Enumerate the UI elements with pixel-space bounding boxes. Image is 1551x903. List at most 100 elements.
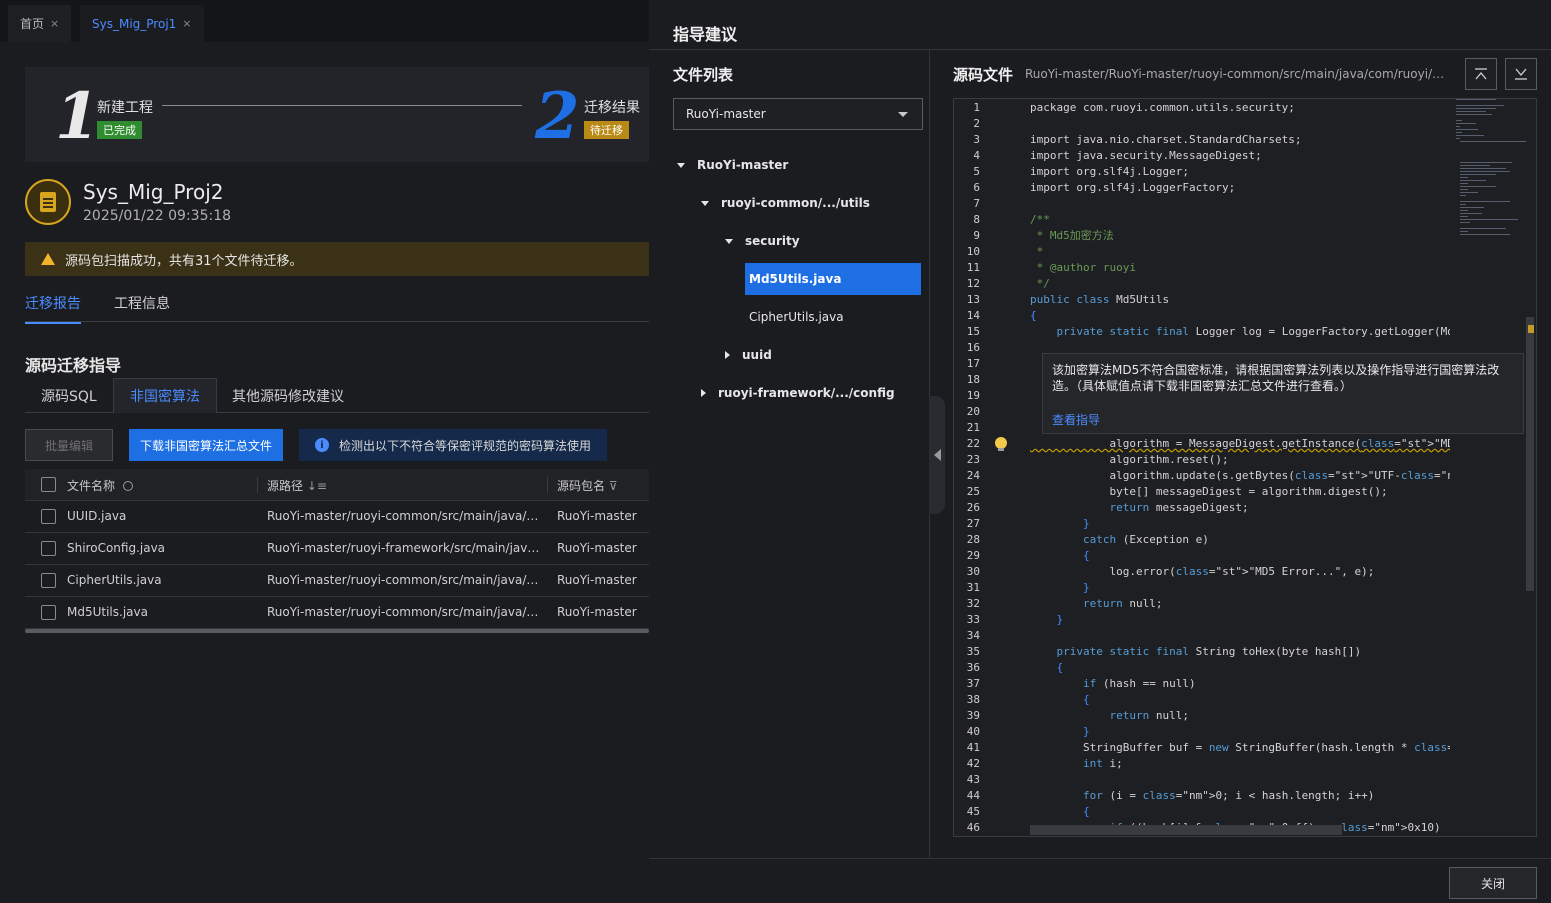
header-label: 源码包名	[557, 479, 606, 493]
table-row[interactable]: Md5Utils.java RuoYi-master/ruoyi-common/s…	[25, 597, 649, 629]
code-line: return null;	[1082, 597, 1163, 610]
view-guide-link[interactable]: 查看指导	[1052, 411, 1100, 428]
caret-right-icon[interactable]	[725, 351, 730, 359]
row-checkbox[interactable]	[41, 541, 56, 556]
minimap-line	[1456, 135, 1484, 136]
editor-scrollbar[interactable]	[1526, 317, 1534, 591]
minimap-line	[1460, 222, 1470, 223]
search-icon[interactable]	[122, 481, 133, 491]
tab-project-info[interactable]: 工程信息	[114, 293, 170, 313]
warning-text: 源码包扫描成功，共有31个文件待迁移。	[65, 253, 303, 269]
minimap-line	[1460, 177, 1468, 178]
minimap-line	[1460, 189, 1468, 190]
tree-node-label: CipherUtils.java	[749, 310, 844, 324]
step-label: 迁移结果	[584, 100, 640, 116]
tree-node[interactable]: ruoyi-common/.../utils	[701, 187, 901, 219]
package-name-cell: RuoYi-master	[557, 541, 637, 555]
code-line: import java.security.MessageDigest;	[1030, 149, 1262, 162]
table-row[interactable]: ShiroConfig.java RuoYi-master/ruoyi-frame…	[25, 533, 649, 565]
table-row[interactable]: UUID.java RuoYi-master/ruoyi-common/src/m…	[25, 501, 649, 533]
line-number: 20	[966, 405, 980, 418]
code-line: for (i = class="nm">0; i < hash.length; …	[1082, 789, 1375, 802]
row-checkbox[interactable]	[41, 573, 56, 588]
tooltip-text: 该加密算法MD5不符合国密标准，请根据国密算法列表以及操作指导进行国密算法改造。…	[1052, 363, 1500, 393]
file-name-cell: Md5Utils.java	[67, 605, 148, 619]
file-name-cell: CipherUtils.java	[67, 573, 162, 587]
close-icon[interactable]: ×	[50, 17, 59, 30]
minimap-line	[1460, 228, 1506, 229]
download-summary-button[interactable]: 下载非国密算法汇总文件	[129, 429, 283, 461]
status-badge: 已完成	[97, 121, 142, 139]
caret-down-icon[interactable]	[725, 238, 733, 244]
package-select[interactable]: RuoYi-master	[673, 98, 923, 130]
code-line: log.error(class="st">"MD5 Error...", e);	[1030, 565, 1375, 578]
select-all-checkbox[interactable]	[41, 477, 56, 492]
report-tabs: 迁移报告 工程信息	[25, 282, 649, 324]
tree-node-label: security	[745, 234, 800, 248]
code-line: StringBuffer buf = new StringBuffer(hash…	[1030, 741, 1450, 754]
table-scrollbar[interactable]	[25, 629, 649, 633]
line-number: 46	[966, 821, 980, 834]
file-list-title: 文件列表	[673, 66, 734, 84]
line-number: 30	[966, 565, 980, 578]
tab-source-sql[interactable]: 源码SQL	[25, 378, 113, 413]
tree-node-label: RuoYi-master	[697, 158, 789, 172]
next-issue-button[interactable]	[1505, 58, 1537, 90]
sort-icon[interactable]: ↓≡	[307, 479, 327, 493]
info-bar: i 检测出以下不符合等保密评规范的密码算法使用	[299, 429, 607, 461]
divider	[649, 858, 1551, 859]
line-number: 39	[966, 709, 980, 722]
row-checkbox[interactable]	[41, 605, 56, 620]
tree-node[interactable]: RuoYi-master	[677, 149, 837, 181]
code-area[interactable]: package com.ruoyi.common.utils.security;…	[1030, 99, 1450, 836]
tab-project[interactable]: Sys_Mig_Proj1 ×	[80, 5, 204, 42]
minimap-line	[1456, 129, 1478, 130]
minimap-line	[1460, 174, 1496, 175]
lightbulb-icon[interactable]	[995, 437, 1007, 451]
code-line: * @author ruoyi	[1030, 261, 1136, 274]
tab-other-suggestions[interactable]: 其他源码修改建议	[216, 378, 360, 413]
minimap-line	[1460, 213, 1482, 214]
source-path-cell: RuoYi-master/ruoyi-common/src/main/java/…	[267, 605, 542, 619]
table-row[interactable]: CipherUtils.java RuoYi-master/ruoyi-commo…	[25, 565, 649, 597]
caret-down-icon[interactable]	[677, 162, 685, 168]
minimap-line	[1456, 120, 1462, 121]
line-number: 14	[966, 309, 980, 322]
tree-node[interactable]: CipherUtils.java	[749, 301, 899, 333]
caret-down-icon[interactable]	[701, 200, 709, 206]
tree-node[interactable]: security	[725, 225, 845, 257]
editor-horizontal-scrollbar[interactable]	[1030, 825, 1342, 835]
prev-issue-button[interactable]	[1465, 58, 1497, 90]
column-divider	[547, 477, 548, 493]
package-name-cell: RuoYi-master	[557, 509, 637, 523]
tree-node[interactable]: Md5Utils.java	[745, 263, 921, 295]
line-number: 28	[966, 533, 980, 546]
caret-right-icon[interactable]	[701, 389, 706, 397]
code-line: int i;	[1082, 757, 1123, 770]
filter-icon[interactable]: ⊽	[609, 479, 618, 493]
col-package-name: 源码包名 ⊽	[557, 477, 618, 494]
code-line: algorithm.update(s.getBytes(class="st">"…	[1030, 469, 1450, 482]
tree-node[interactable]: ruoyi-framework/.../config	[701, 377, 901, 409]
row-checkbox[interactable]	[41, 509, 56, 524]
tree-node[interactable]: uuid	[725, 339, 845, 371]
code-editor[interactable]: 1 2 3 4 5 6 7 8 9 10 11 12 13 14 15 16 17 18 19 20 21 22 23 24 2…	[953, 98, 1537, 837]
minimap-line	[1460, 186, 1496, 187]
tab-non-gm-algorithm[interactable]: 非国密算法	[113, 378, 217, 413]
code-minimap[interactable]	[1454, 99, 1526, 239]
info-text: 检测出以下不符合等保密评规范的密码算法使用	[339, 438, 592, 453]
tab-migration-report[interactable]: 迁移报告	[25, 293, 81, 324]
collapse-panel-button[interactable]	[929, 396, 945, 514]
minimap-line	[1456, 114, 1492, 115]
code-line: if (hash == null)	[1082, 677, 1196, 690]
line-number: 19	[966, 389, 980, 402]
minimap-line	[1456, 108, 1496, 109]
close-icon[interactable]: ×	[182, 17, 191, 30]
close-button[interactable]: 关闭	[1449, 867, 1537, 899]
minimap-line	[1460, 168, 1506, 169]
line-number-gutter: 1 2 3 4 5 6 7 8 9 10 11 12 13 14 15 16 17 18 19 20 21 22 23 24 2…	[954, 99, 988, 836]
code-line: return null;	[1109, 709, 1189, 722]
tab-home[interactable]: 首页 ×	[8, 5, 72, 42]
code-line: private static final String toHex(byte h…	[1056, 645, 1362, 658]
bulk-edit-button[interactable]: 批量编辑	[25, 429, 113, 461]
